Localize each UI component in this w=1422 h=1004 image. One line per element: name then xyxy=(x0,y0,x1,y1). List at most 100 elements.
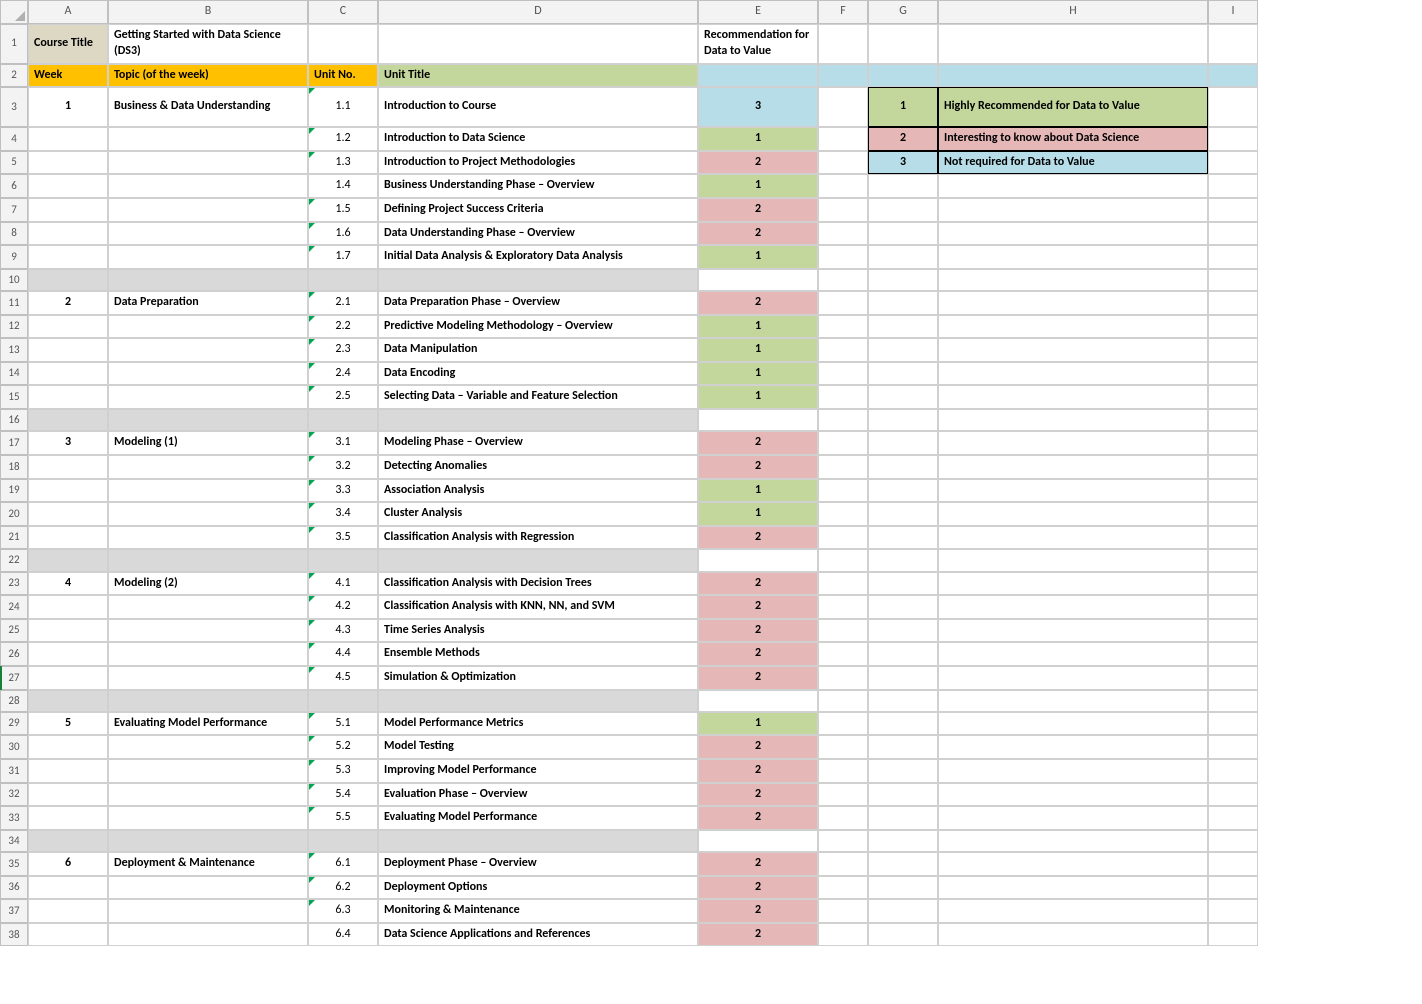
empty-cell[interactable] xyxy=(1208,806,1258,830)
spacer-cell[interactable] xyxy=(308,830,378,852)
empty-cell[interactable] xyxy=(698,269,818,291)
cell-week[interactable] xyxy=(28,245,108,269)
cell-unit-no[interactable]: 2.5 xyxy=(308,385,378,409)
spacer-cell[interactable] xyxy=(308,269,378,291)
cell-C1[interactable] xyxy=(308,24,378,64)
row-header-34[interactable]: 34 xyxy=(0,830,28,852)
cell-topic[interactable]: Modeling (1) xyxy=(108,431,308,455)
empty-cell[interactable] xyxy=(1208,666,1258,690)
empty-cell[interactable] xyxy=(938,269,1208,291)
cell-unit-no[interactable]: 2.4 xyxy=(308,362,378,386)
legend-num[interactable]: 1 xyxy=(868,87,938,127)
empty-cell[interactable] xyxy=(938,783,1208,807)
spacer-cell[interactable] xyxy=(308,549,378,571)
cell-topic[interactable]: Deployment & Maintenance xyxy=(108,852,308,876)
empty-cell[interactable] xyxy=(868,385,938,409)
empty-cell[interactable] xyxy=(938,595,1208,619)
empty-cell[interactable] xyxy=(1208,222,1258,246)
empty-cell[interactable] xyxy=(1208,502,1258,526)
cell-topic[interactable] xyxy=(108,923,308,947)
cell-D2[interactable]: Unit Title xyxy=(378,64,698,88)
row-header-32[interactable]: 32 xyxy=(0,783,28,807)
empty-cell[interactable] xyxy=(1208,479,1258,503)
empty-cell[interactable] xyxy=(938,222,1208,246)
row-header-10[interactable]: 10 xyxy=(0,269,28,291)
empty-cell[interactable] xyxy=(868,502,938,526)
empty-cell[interactable] xyxy=(868,455,938,479)
cell-unit-no[interactable]: 5.1 xyxy=(308,712,378,736)
cell-I2[interactable] xyxy=(1208,64,1258,88)
empty-cell[interactable] xyxy=(938,712,1208,736)
empty-cell[interactable] xyxy=(818,385,868,409)
cell-topic[interactable] xyxy=(108,127,308,151)
empty-cell[interactable] xyxy=(1208,923,1258,947)
empty-cell[interactable] xyxy=(1208,690,1258,712)
empty-cell[interactable] xyxy=(868,876,938,900)
cell-topic[interactable] xyxy=(108,783,308,807)
empty-cell[interactable] xyxy=(868,572,938,596)
empty-cell[interactable] xyxy=(938,690,1208,712)
spacer-cell[interactable] xyxy=(28,409,108,431)
empty-cell[interactable] xyxy=(1208,174,1258,198)
cell-topic[interactable] xyxy=(108,362,308,386)
cell-week[interactable]: 4 xyxy=(28,572,108,596)
empty-cell[interactable] xyxy=(1208,245,1258,269)
empty-cell[interactable] xyxy=(868,174,938,198)
cell-unit-title[interactable]: Data Encoding xyxy=(378,362,698,386)
cell-unit-title[interactable]: Simulation & Optimization xyxy=(378,666,698,690)
cell-C2[interactable]: Unit No. xyxy=(308,64,378,88)
empty-cell[interactable] xyxy=(868,852,938,876)
cell-week[interactable] xyxy=(28,595,108,619)
cell-unit-title[interactable]: Introduction to Data Science xyxy=(378,127,698,151)
cell-D1[interactable] xyxy=(378,24,698,64)
empty-cell[interactable] xyxy=(698,549,818,571)
empty-cell[interactable] xyxy=(818,269,868,291)
empty-cell[interactable] xyxy=(1208,409,1258,431)
row-header-5[interactable]: 5 xyxy=(0,151,28,175)
cell-week[interactable]: 1 xyxy=(28,87,108,127)
cell-topic[interactable] xyxy=(108,455,308,479)
empty-cell[interactable] xyxy=(818,222,868,246)
cell-week[interactable] xyxy=(28,642,108,666)
row-header-27[interactable]: 27 xyxy=(0,666,28,690)
empty-cell[interactable] xyxy=(818,479,868,503)
cell-recommendation[interactable]: 2 xyxy=(698,642,818,666)
cell-unit-no[interactable]: 6.1 xyxy=(308,852,378,876)
cell-week[interactable] xyxy=(28,502,108,526)
cell-topic[interactable] xyxy=(108,806,308,830)
empty-cell[interactable] xyxy=(1208,338,1258,362)
empty-cell[interactable] xyxy=(938,735,1208,759)
row-header-24[interactable]: 24 xyxy=(0,595,28,619)
cell-unit-title[interactable]: Evaluating Model Performance xyxy=(378,806,698,830)
empty-cell[interactable] xyxy=(938,526,1208,550)
empty-cell[interactable] xyxy=(818,666,868,690)
cell-unit-title[interactable]: Cluster Analysis xyxy=(378,502,698,526)
cell-topic[interactable] xyxy=(108,876,308,900)
empty-cell[interactable] xyxy=(1208,595,1258,619)
cell-recommendation[interactable]: 2 xyxy=(698,222,818,246)
cell-unit-title[interactable]: Selecting Data – Variable and Feature Se… xyxy=(378,385,698,409)
empty-cell[interactable] xyxy=(868,830,938,852)
empty-cell[interactable] xyxy=(868,619,938,643)
cell-topic[interactable] xyxy=(108,759,308,783)
spacer-cell[interactable] xyxy=(108,830,308,852)
empty-cell[interactable] xyxy=(818,127,868,151)
col-header-B[interactable]: B xyxy=(108,0,308,24)
spacer-cell[interactable] xyxy=(108,269,308,291)
empty-cell[interactable] xyxy=(938,431,1208,455)
row-header-20[interactable]: 20 xyxy=(0,502,28,526)
spacer-cell[interactable] xyxy=(108,690,308,712)
empty-cell[interactable] xyxy=(868,595,938,619)
cell-unit-title[interactable]: Data Manipulation xyxy=(378,338,698,362)
empty-cell[interactable] xyxy=(868,666,938,690)
cell-unit-title[interactable]: Data Understanding Phase – Overview xyxy=(378,222,698,246)
row-header-9[interactable]: 9 xyxy=(0,245,28,269)
cell-H2[interactable] xyxy=(938,64,1208,88)
cell-recommendation[interactable]: 2 xyxy=(698,526,818,550)
row-header-11[interactable]: 11 xyxy=(0,291,28,315)
empty-cell[interactable] xyxy=(868,899,938,923)
empty-cell[interactable] xyxy=(818,291,868,315)
cell-week[interactable]: 3 xyxy=(28,431,108,455)
cell-recommendation[interactable]: 1 xyxy=(698,479,818,503)
empty-cell[interactable] xyxy=(868,222,938,246)
